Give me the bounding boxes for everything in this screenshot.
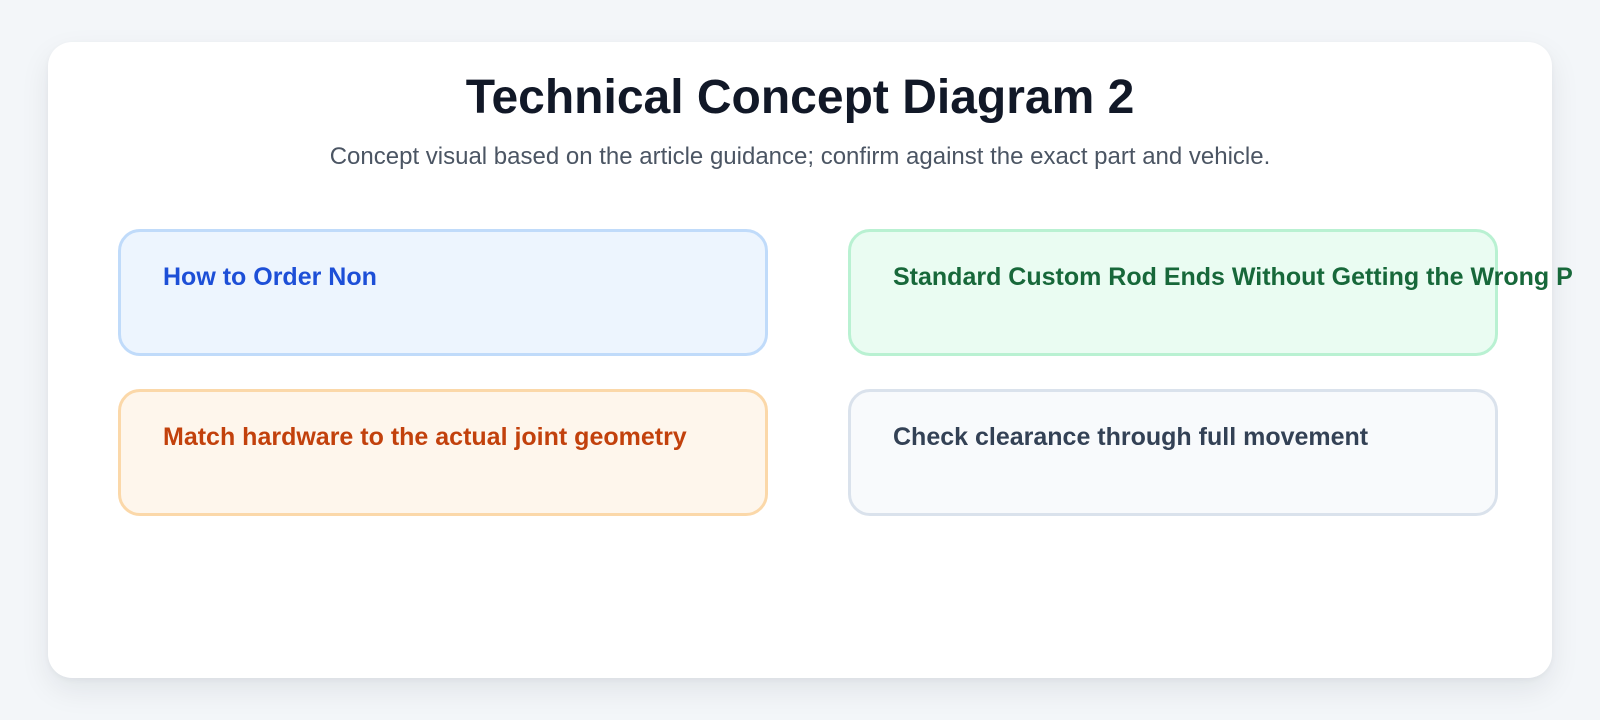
concept-box-order: How to Order Non <box>118 229 768 356</box>
diagram-subtitle: Concept visual based on the article guid… <box>329 143 1271 170</box>
concept-box-hardware: Match hardware to the actual joint geome… <box>118 389 768 516</box>
concept-box-label: How to Order Non <box>163 263 377 291</box>
concept-box-label: Match hardware to the actual joint geome… <box>163 423 687 451</box>
concept-box-label: Check clearance through full movement <box>893 423 1369 451</box>
concept-box-clearance: Check clearance through full movement <box>848 389 1498 516</box>
concept-box-label: Standard Custom Rod Ends Without Getting… <box>893 263 1573 291</box>
concept-box-rod-ends: Standard Custom Rod Ends Without Getting… <box>848 229 1573 356</box>
diagram-card: Technical Concept Diagram 2 Concept visu… <box>48 42 1573 678</box>
diagram-title: Technical Concept Diagram 2 <box>465 71 1135 124</box>
